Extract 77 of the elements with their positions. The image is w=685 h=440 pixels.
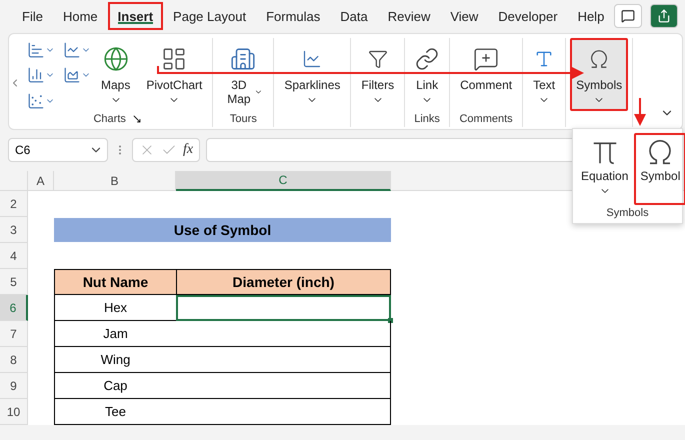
ribbon-button[interactable]: Sparklines	[278, 38, 346, 111]
chart-type-button[interactable]	[63, 40, 91, 60]
dialog-launcher-icon[interactable]	[132, 114, 142, 124]
comment-icon	[621, 9, 636, 23]
row-header[interactable]: 7	[0, 321, 28, 347]
chart-grid-icon	[161, 46, 188, 72]
table-cell: Cap	[54, 373, 176, 399]
menu-tab[interactable]: Formulas	[256, 2, 330, 30]
menu-tab[interactable]: File	[12, 2, 53, 30]
table-cell[interactable]	[176, 347, 391, 373]
group-label: Symbols	[606, 207, 649, 219]
table-cell[interactable]	[176, 399, 391, 425]
column-header[interactable]: A	[28, 171, 54, 191]
comment-plus-icon	[473, 46, 500, 72]
group-label: Comments	[459, 113, 513, 125]
group-label: Links	[414, 113, 440, 125]
line-chart-icon	[63, 40, 81, 59]
ribbon-button[interactable]: 3D Map	[217, 38, 270, 111]
row-header[interactable]: 6	[0, 295, 28, 321]
table-cell: Tee	[54, 399, 176, 425]
table-cell[interactable]	[176, 373, 391, 399]
chart-type-button[interactable]	[27, 66, 55, 86]
column-header[interactable]: C	[176, 171, 391, 191]
ribbon-button[interactable]: Equation	[575, 133, 634, 205]
row-header[interactable]: 5	[0, 269, 28, 295]
column-header[interactable]: B	[54, 171, 176, 191]
ribbon-button[interactable]: Maps	[95, 38, 136, 111]
group-label: Tours	[230, 113, 257, 125]
share-button[interactable]	[650, 4, 678, 28]
table-cell: Hex	[54, 295, 176, 321]
menu-tab[interactable]: Insert	[108, 2, 164, 30]
table-cell: Jam	[54, 321, 176, 347]
chart-type-button[interactable]	[27, 91, 55, 111]
ribbon-button[interactable]: Filters	[355, 38, 400, 111]
bar-chart-icon	[27, 40, 45, 59]
link-icon	[415, 47, 440, 71]
row-header[interactable]: 3	[0, 217, 28, 243]
globe-icon	[102, 46, 129, 72]
annotation-arrow	[634, 98, 646, 126]
line-chart-icon	[302, 49, 322, 69]
row-header[interactable]: 9	[0, 373, 28, 399]
menu-tab[interactable]: Home	[52, 2, 108, 30]
area-chart-icon	[63, 66, 81, 84]
share-icon	[657, 9, 672, 23]
header-cell: Nut Name	[54, 269, 176, 295]
header-cell: Diameter (inch)	[176, 269, 391, 295]
filter-icon	[368, 49, 388, 69]
row-header[interactable]: 10	[0, 399, 28, 425]
text-icon	[534, 49, 554, 69]
column-chart-icon	[27, 66, 45, 84]
row-header[interactable]: 4	[0, 243, 28, 269]
insert-function-button[interactable]: fx	[183, 142, 194, 158]
menu-tab[interactable]: View	[440, 2, 488, 30]
scatter-chart-icon	[27, 92, 45, 110]
chart-type-button[interactable]	[63, 66, 91, 86]
ribbon-button[interactable]: Symbols	[570, 38, 628, 111]
menu-tab[interactable]: Data	[330, 2, 378, 30]
menu-tab[interactable]: Review	[378, 2, 440, 30]
chart-type-button[interactable]	[27, 40, 55, 60]
table-cell[interactable]	[176, 321, 391, 347]
ribbon-button[interactable]: Symbol	[634, 133, 685, 205]
ribbon-button[interactable]: Text	[527, 38, 562, 111]
table-cell: Wing	[54, 347, 176, 373]
ribbon-button[interactable]: Link	[409, 38, 446, 111]
ribbon-button[interactable]: Comment	[454, 38, 518, 111]
comments-button[interactable]	[614, 4, 642, 28]
title-cell: Use of Symbol	[54, 218, 391, 242]
name-box[interactable]: C6	[8, 138, 108, 162]
ribbon-button[interactable]: PivotChart	[140, 38, 208, 111]
menu-tab[interactable]: Help	[568, 2, 614, 30]
menu-tab[interactable]: Page Layout	[163, 2, 256, 30]
row-header[interactable]: 8	[0, 347, 28, 373]
group-label: Charts	[93, 113, 126, 125]
row-header[interactable]: 2	[0, 191, 28, 217]
table-cell[interactable]	[176, 295, 391, 321]
building-icon	[230, 46, 256, 72]
menu-tab[interactable]: Developer	[488, 2, 568, 30]
